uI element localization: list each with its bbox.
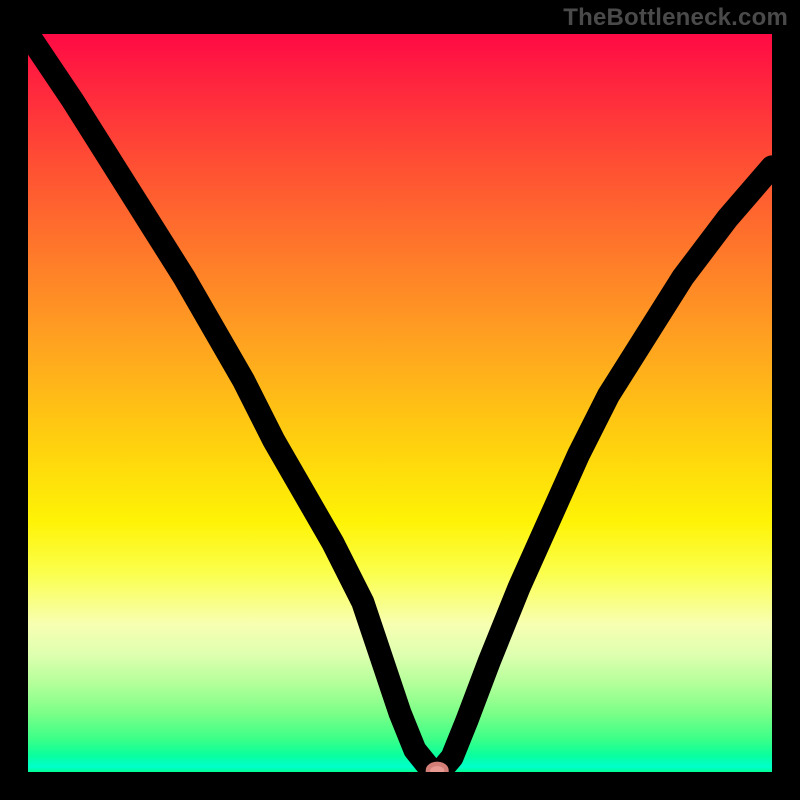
curve-svg xyxy=(28,34,772,772)
chart-stage: TheBottleneck.com xyxy=(0,0,800,800)
solution-marker xyxy=(428,764,447,772)
bottleneck-curve-path xyxy=(28,34,772,771)
watermark-text: TheBottleneck.com xyxy=(563,4,788,32)
plot-area xyxy=(28,34,772,772)
